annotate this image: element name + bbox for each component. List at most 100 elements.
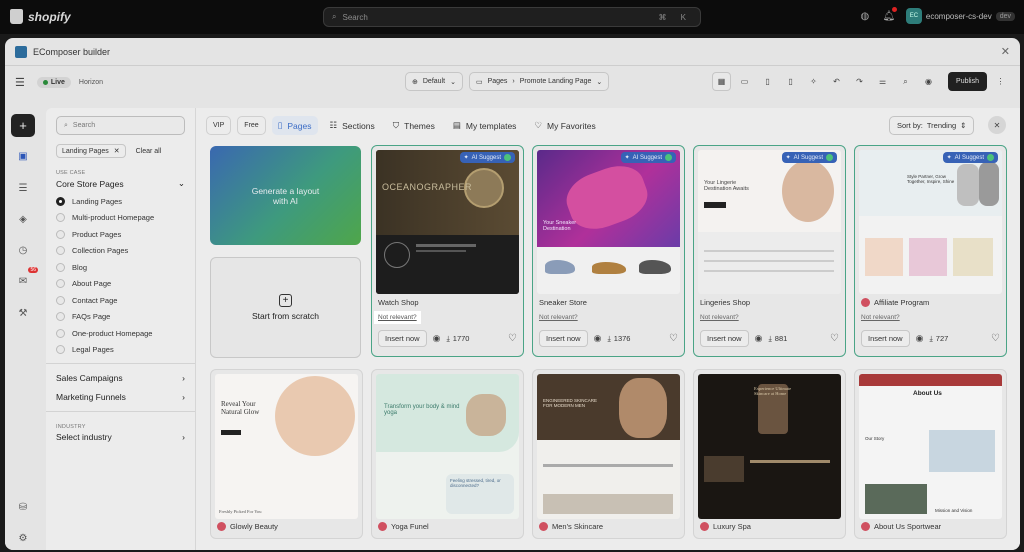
template-card[interactable]: Your Lingerie Destination Awaits ✦ AI Sug… — [693, 145, 846, 357]
filter-search-input[interactable]: ⌕ Search — [56, 116, 185, 135]
tab-vip[interactable]: VIP — [206, 116, 232, 135]
use-case-option[interactable]: Contact Page — [56, 295, 185, 305]
admin-search-input[interactable]: ⌕ Search ⌘ K — [323, 7, 701, 27]
page-icon: ▯ — [277, 120, 283, 130]
layers-icon[interactable]: ◈ — [11, 208, 35, 231]
template-card[interactable]: ENGINEERED SKINCARE FOR MODERN MEN Men's… — [532, 369, 685, 539]
undo-icon[interactable]: ↶ — [827, 72, 846, 91]
insert-now-button[interactable]: Insert now — [700, 330, 749, 347]
chevron-down-icon: ⌄ — [450, 78, 456, 86]
globe-select-value: Default — [422, 78, 446, 85]
ai-dot-icon — [987, 154, 994, 161]
not-relevant-link[interactable]: Not relevant? — [700, 314, 739, 321]
publish-button[interactable]: Publish — [948, 72, 987, 91]
close-library-icon[interactable]: ✕ — [988, 116, 1006, 134]
pages-icon[interactable]: ▣ — [11, 145, 35, 168]
use-case-option[interactable]: Multi-product Homepage — [56, 213, 185, 222]
filter-chip[interactable]: Landing Pages ✕ — [56, 144, 126, 158]
tab-themes[interactable]: ⛉ Themes — [387, 116, 441, 135]
template-card[interactable]: About Us Our Story Mission and Vision Ab… — [854, 369, 1007, 539]
use-case-option[interactable]: One-product Homepage — [56, 328, 185, 338]
preview-icon[interactable]: ◉ — [919, 72, 938, 91]
template-card[interactable]: Transform your body & mind yoga Feeling … — [371, 369, 524, 539]
history-icon[interactable]: ◷ — [11, 239, 35, 262]
menu-icon[interactable]: ☰ — [15, 76, 25, 89]
generate-ai-card[interactable]: Generate a layout with AI — [210, 146, 361, 245]
redo-icon[interactable]: ↷ — [850, 72, 869, 91]
start-from-scratch-card[interactable]: + Start from scratch — [210, 257, 361, 358]
tab-pages[interactable]: ▯ Pages — [271, 116, 318, 135]
sparkle-icon: ✦ — [785, 155, 791, 161]
use-case-option-label: FAQs Page — [72, 312, 111, 321]
add-icon[interactable]: + — [11, 114, 35, 138]
close-modal-icon[interactable]: ✕ — [1001, 45, 1010, 58]
store-icon[interactable]: ◍ — [858, 9, 872, 23]
insert-now-button[interactable]: Insert now — [861, 330, 910, 347]
favorite-heart-icon[interactable]: ♡ — [991, 333, 1000, 344]
not-relevant-link[interactable]: Not relevant? — [861, 314, 900, 321]
tab-favorites[interactable]: ♡ My Favorites — [528, 116, 601, 135]
messages-icon[interactable]: ✉ 56 — [11, 267, 38, 293]
use-case-option[interactable]: Blog — [56, 262, 185, 272]
template-name: Watch Shop — [378, 298, 419, 307]
thumb-headline: Your Lingerie Destination Awaits — [704, 180, 749, 192]
template-card[interactable]: Experience Ultimate Skincare at Home Lux… — [693, 369, 846, 539]
sort-select[interactable]: Sort by: Trending ⇕ — [889, 116, 975, 135]
tab-free[interactable]: Free — [237, 116, 266, 135]
page-select[interactable]: ▭ Pages › Promote Landing Page ⌄ — [468, 72, 610, 91]
clear-all-link[interactable]: Clear all — [136, 148, 162, 155]
template-name-label: Luxury Spa — [713, 522, 751, 531]
use-case-option[interactable]: Legal Pages — [56, 345, 185, 354]
preview-eye-icon[interactable]: ◉ — [755, 333, 763, 344]
insert-now-button[interactable]: Insert now — [378, 330, 427, 347]
layout-icon[interactable]: ▦ — [712, 72, 732, 91]
preview-eye-icon[interactable]: ◉ — [433, 333, 441, 344]
radio-icon — [56, 295, 65, 305]
favorite-heart-icon[interactable]: ♡ — [830, 333, 839, 344]
use-case-option[interactable]: Landing Pages — [56, 196, 185, 206]
settings-icon[interactable]: ⚌ — [873, 72, 892, 91]
ai-dot-icon — [826, 154, 833, 161]
template-name: About Us Sportwear — [861, 522, 941, 531]
not-relevant-link[interactable]: Not relevant? — [539, 314, 578, 321]
store-switcher[interactable]: EC ecomposer-cs-dev dev — [905, 8, 1015, 24]
tab-themes-label: Themes — [404, 120, 435, 131]
sales-campaigns-toggle[interactable]: Sales Campaigns › — [56, 373, 185, 383]
favorite-heart-icon[interactable]: ♡ — [669, 333, 678, 344]
inspect-icon[interactable]: ⌕ — [896, 72, 915, 91]
not-relevant-link[interactable]: Not relevant? — [374, 311, 421, 324]
mobile-icon[interactable]: ▯ — [781, 72, 800, 91]
shopify-logo[interactable]: shopify — [10, 9, 71, 24]
template-card[interactable]: Style Partner, Grow Together, Inspire, S… — [854, 145, 1007, 357]
magic-icon[interactable]: ✧ — [804, 72, 823, 91]
sections-icon[interactable]: ☰ — [11, 176, 35, 199]
tools-icon[interactable]: ⚒ — [11, 301, 35, 324]
preview-eye-icon[interactable]: ◉ — [594, 333, 602, 344]
store-name: ecomposer-cs-dev — [925, 11, 992, 21]
filter-chip-label: Landing Pages — [62, 147, 109, 155]
template-card[interactable]: OCEANOGRAPHER ✦ AI Suggest Watch Shop Not… — [371, 145, 524, 357]
gear-icon[interactable]: ⚙ — [11, 527, 35, 550]
preview-eye-icon[interactable]: ◉ — [916, 333, 924, 344]
tablet-icon[interactable]: ▯ — [758, 72, 777, 91]
desktop-icon[interactable]: ▭ — [735, 72, 754, 91]
use-case-option[interactable]: About Page — [56, 279, 185, 288]
globe-select[interactable]: ⊕ Default ⌄ — [405, 72, 463, 91]
bell-icon[interactable]: 🔔︎ — [882, 7, 897, 23]
insert-now-button[interactable]: Insert now — [539, 330, 588, 347]
use-case-option[interactable]: FAQs Page — [56, 312, 185, 321]
favorite-heart-icon[interactable]: ♡ — [508, 333, 517, 344]
close-icon[interactable]: ✕ — [114, 147, 120, 155]
chevron-down-icon: ⌄ — [177, 178, 185, 188]
use-case-option[interactable]: Collection Pages — [56, 246, 185, 255]
use-case-option[interactable]: Product Pages — [56, 229, 185, 239]
more-icon[interactable]: ⋮ — [991, 72, 1010, 91]
template-card[interactable]: Reveal Your Natural Glow Freshly Picked … — [210, 369, 363, 539]
core-pages-toggle[interactable]: Core Store Pages ⌄ — [56, 178, 185, 189]
template-card[interactable]: Your Sneaker Destination ✦ AI Suggest Sne… — [532, 145, 685, 357]
industry-select[interactable]: Select industry › — [56, 432, 185, 442]
tab-sections[interactable]: ☷ Sections — [324, 116, 381, 135]
marketing-funnels-toggle[interactable]: Marketing Funnels › — [56, 392, 185, 402]
tab-my-templates[interactable]: ▤ My templates — [447, 116, 523, 135]
database-icon[interactable]: ⛁ — [11, 496, 35, 519]
